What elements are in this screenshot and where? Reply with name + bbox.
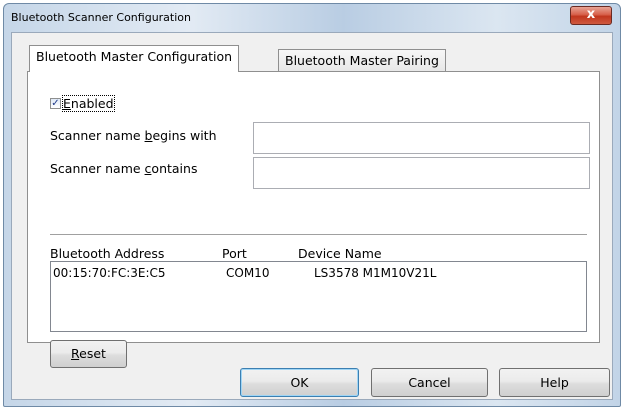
tab-bluetooth-master-configuration[interactable]: Bluetooth Master Configuration	[29, 45, 240, 72]
window-title: Bluetooth Scanner Configuration	[11, 11, 191, 24]
title-bar[interactable]: Bluetooth Scanner Configuration x	[4, 4, 620, 32]
close-button[interactable]: x	[570, 6, 612, 25]
column-header-device-name[interactable]: Device Name	[298, 246, 382, 261]
reset-button[interactable]: Reset	[50, 340, 127, 368]
name-contains-input[interactable]	[253, 157, 590, 189]
enabled-label-rest: nabled	[70, 96, 114, 111]
enabled-checkbox[interactable]: ✓	[50, 98, 61, 109]
device-name-cell: LS3578 M1M10V21L	[314, 266, 437, 280]
tab-bluetooth-master-pairing[interactable]: Bluetooth Master Pairing	[278, 49, 446, 73]
name-begins-label-pre: Scanner name	[50, 128, 145, 143]
ok-button[interactable]: OK	[240, 368, 359, 397]
close-icon: x	[586, 7, 596, 22]
help-button[interactable]: Help	[499, 368, 610, 397]
enabled-checkbox-row[interactable]: ✓ Enabled	[50, 95, 115, 112]
name-contains-label-post: ontains	[151, 161, 198, 176]
name-contains-label: Scanner name contains	[50, 161, 197, 176]
dialog-client: Bluetooth Master Configuration Bluetooth…	[11, 32, 613, 400]
dialog-window: Bluetooth Scanner Configuration x Blueto…	[3, 3, 621, 407]
cancel-button[interactable]: Cancel	[371, 368, 488, 397]
port-cell: COM10	[226, 266, 270, 280]
column-header-port[interactable]: Port	[222, 246, 247, 261]
reset-mnemonic: R	[71, 346, 80, 361]
name-contains-label-pre: Scanner name	[50, 161, 145, 176]
name-begins-label: Scanner name begins with	[50, 128, 217, 143]
enabled-label[interactable]: Enabled	[62, 95, 115, 112]
column-header-address[interactable]: Bluetooth Address	[50, 246, 164, 261]
reset-label-rest: eset	[79, 346, 106, 361]
tab-panel: ✓ Enabled Scanner name begins with Scanne…	[27, 71, 600, 368]
device-list[interactable]: 00:15:70:FC:3E:C5 COM10 LS3578 M1M10V21L	[50, 261, 587, 332]
address-cell: 00:15:70:FC:3E:C5	[53, 266, 166, 280]
name-begins-input[interactable]	[253, 122, 590, 154]
divider	[50, 234, 587, 235]
enabled-mnemonic: E	[63, 96, 71, 111]
check-mark-icon: ✓	[51, 98, 60, 109]
name-begins-label-post: egins with	[152, 128, 217, 143]
